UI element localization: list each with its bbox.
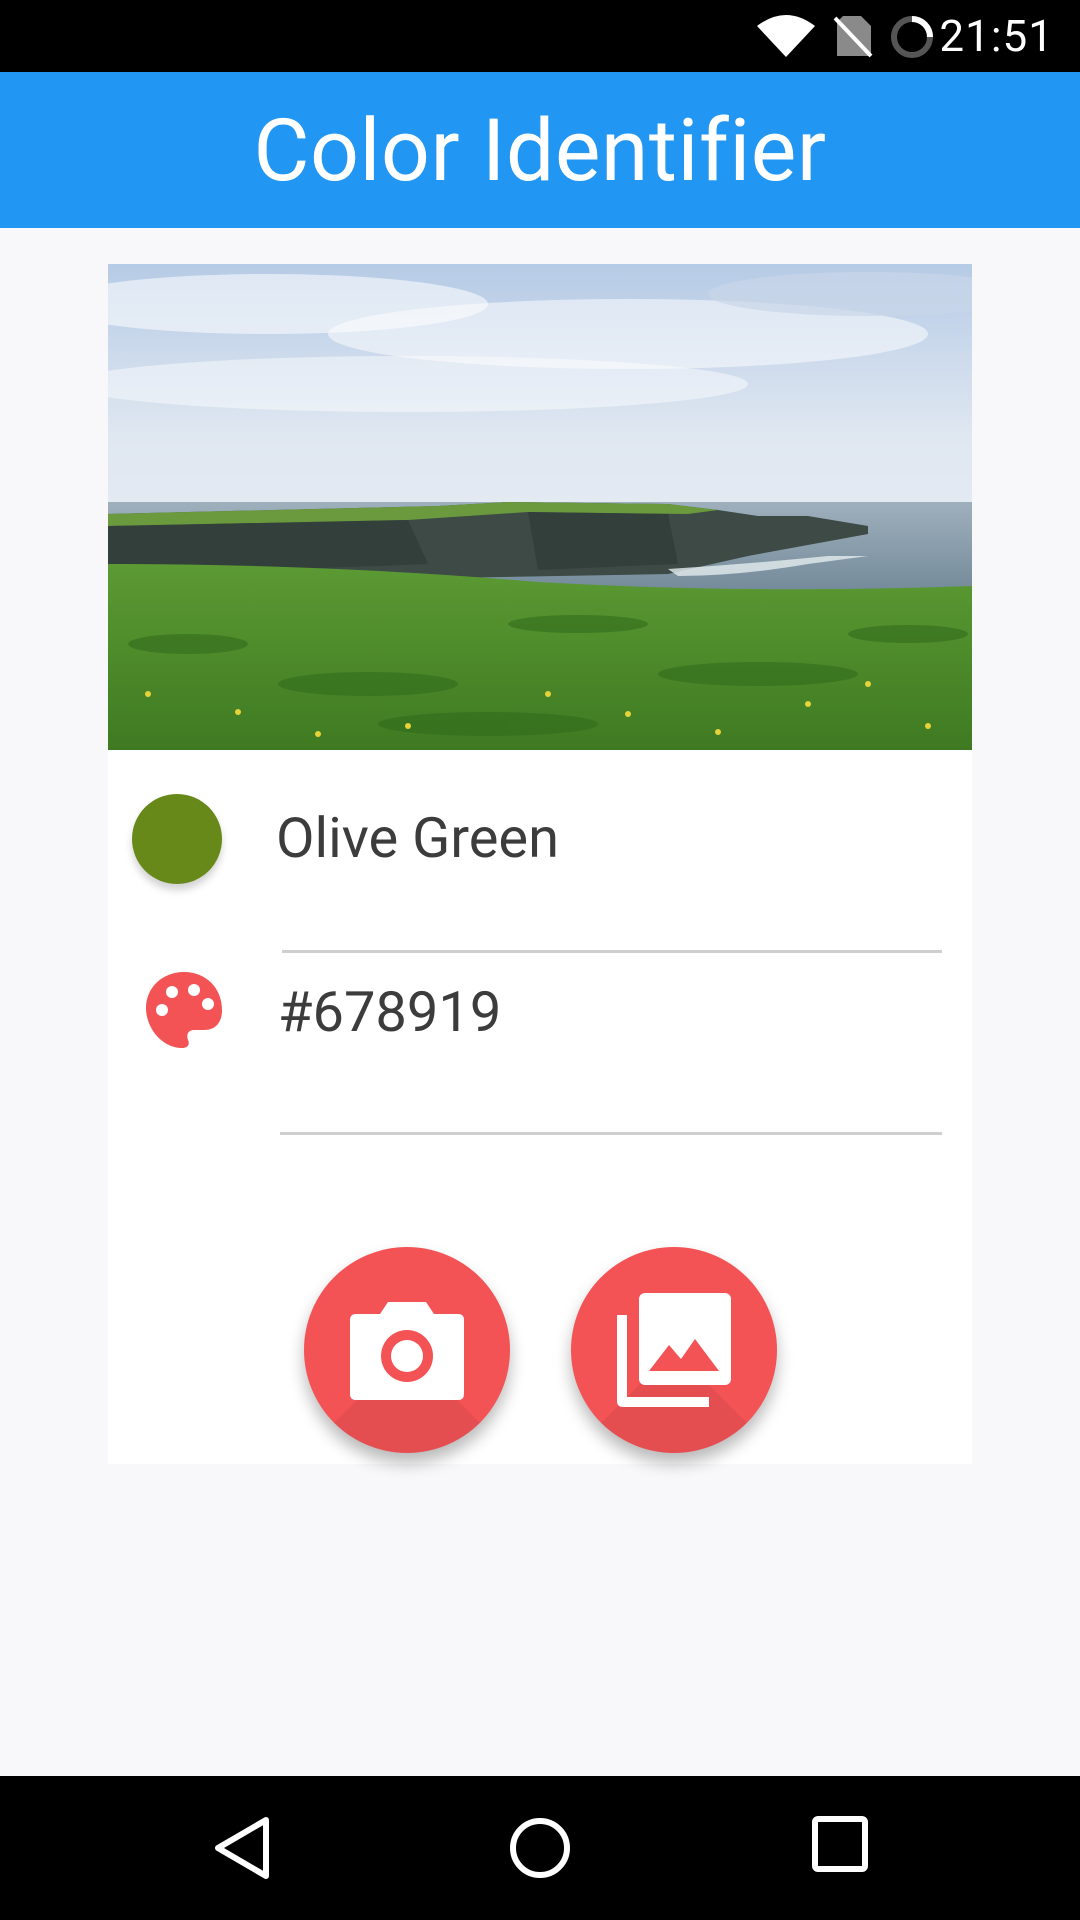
camera-icon [350,1302,464,1400]
home-icon[interactable] [508,1816,572,1880]
camera-button[interactable] [304,1247,510,1453]
wifi-icon [757,15,815,57]
color-swatch [132,794,222,884]
hex-code-field[interactable]: #678919 [278,976,501,1048]
recents-icon[interactable] [812,1816,868,1872]
color-name-field[interactable]: Olive Green [276,802,559,874]
result-card: Olive Green #678919 [108,264,972,1464]
loading-icon [891,16,933,58]
gallery-button[interactable] [571,1247,777,1453]
app-bar: Color Identifier [0,72,1080,228]
hex-code-underline [280,1132,942,1135]
back-icon[interactable] [212,1816,272,1880]
color-name-underline [282,950,942,953]
status-time: 21:51 [939,10,1054,62]
navigation-bar [0,1776,1080,1920]
palette-icon [146,972,222,1048]
gallery-icon [617,1293,731,1407]
selected-photo[interactable] [108,264,972,750]
app-title: Color Identifier [253,99,827,201]
no-sim-icon [833,16,873,58]
status-bar: 21:51 [0,0,1080,72]
